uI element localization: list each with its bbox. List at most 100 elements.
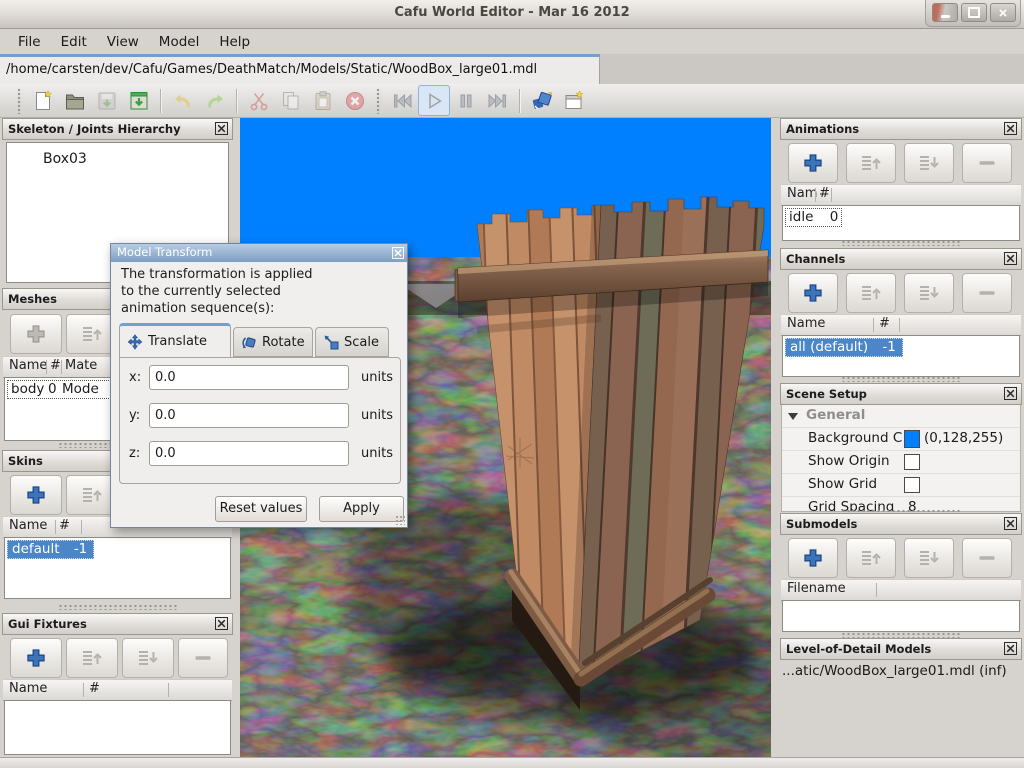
column-name[interactable]: Name (787, 316, 825, 331)
skip-to-start-icon (391, 90, 413, 112)
cut-button[interactable] (243, 85, 275, 116)
menu-edit[interactable]: Edit (51, 32, 97, 52)
animation-down-button[interactable] (904, 143, 954, 183)
animation-row[interactable]: idle 0 (785, 208, 842, 227)
splitter-grip[interactable] (841, 240, 961, 246)
remove-gui-fixture-button[interactable] (178, 638, 228, 678)
color-swatch[interactable] (904, 430, 920, 448)
new-button[interactable] (27, 85, 59, 116)
redo-button[interactable] (199, 85, 231, 116)
channels-list[interactable]: all (default) -1 (782, 335, 1020, 377)
toolbar-grip[interactable] (376, 88, 381, 114)
gui-fixtures-list[interactable] (4, 700, 231, 755)
maximize-button[interactable] (961, 3, 987, 22)
minimize-button[interactable] (932, 3, 958, 22)
channel-down-button[interactable] (904, 273, 954, 313)
menu-file[interactable]: File (8, 32, 51, 52)
x-input[interactable] (149, 365, 349, 390)
add-skin-button[interactable] (10, 475, 62, 515)
column-num[interactable]: # (819, 186, 830, 201)
submodels-columns[interactable]: Filename (781, 579, 1021, 601)
y-input[interactable] (149, 403, 349, 428)
paste-button[interactable] (307, 85, 339, 116)
remove-submodel-button[interactable] (962, 538, 1012, 578)
lod-entry[interactable]: ...atic/WoodBox_large01.mdl (inf) (782, 663, 1007, 679)
column-filename[interactable]: Filename (787, 581, 846, 596)
dialog-resize-grip[interactable] (395, 515, 405, 525)
column-name[interactable]: Name (9, 681, 47, 696)
panel-close-button[interactable] (1004, 642, 1017, 655)
channels-columns[interactable]: Name # (781, 314, 1021, 336)
dialog-titlebar[interactable]: Model Transform (111, 244, 407, 262)
close-button[interactable] (990, 3, 1016, 22)
column-num[interactable]: # (89, 681, 100, 696)
skin-row-selected[interactable]: default -1 (7, 540, 94, 559)
tab-rotate[interactable]: Rotate (233, 327, 313, 357)
add-channel-button[interactable] (788, 273, 838, 313)
column-num[interactable]: # (50, 358, 61, 373)
panel-close-button[interactable] (1004, 517, 1017, 530)
list-down-icon (918, 282, 940, 304)
window-titlebar[interactable]: Cafu World Editor - Mar 16 2012 (0, 0, 1024, 29)
z-input[interactable] (149, 441, 349, 466)
add-animation-button[interactable] (788, 143, 838, 183)
toolbar-grip[interactable] (17, 88, 22, 114)
property-group-general[interactable]: General (782, 405, 1020, 428)
channel-up-button[interactable] (846, 273, 896, 313)
animation-up-button[interactable] (846, 143, 896, 183)
play-button[interactable] (418, 85, 450, 116)
gui-fixture-down-button[interactable] (122, 638, 174, 678)
show-origin-checkbox[interactable] (904, 454, 920, 470)
tab-scale[interactable]: Scale (315, 327, 389, 357)
submodel-down-button[interactable] (904, 538, 954, 578)
tree-item-box03[interactable]: Box03 (7, 143, 228, 167)
animations-list[interactable]: idle 0 (782, 205, 1020, 241)
column-material[interactable]: Mate (65, 358, 97, 373)
splitter-grip[interactable] (841, 376, 961, 382)
add-mesh-button[interactable] (10, 314, 62, 354)
add-submodel-button[interactable] (788, 538, 838, 578)
skins-list[interactable]: default -1 (4, 537, 231, 599)
animations-columns[interactable]: Nam # (781, 184, 1021, 206)
add-gui-fixture-button[interactable] (10, 638, 62, 678)
skip-to-end-button[interactable] (482, 85, 514, 116)
model-transform-button[interactable] (526, 85, 558, 116)
import-model-button[interactable] (123, 85, 155, 116)
collapse-triangle-icon[interactable] (788, 413, 798, 420)
menu-view[interactable]: View (97, 32, 149, 52)
channel-row-selected[interactable]: all (default) -1 (785, 338, 903, 357)
new-window-button[interactable] (558, 85, 590, 116)
panel-close-button[interactable] (1004, 387, 1017, 400)
panel-close-button[interactable] (1004, 252, 1017, 265)
panel-close-button[interactable] (1004, 122, 1017, 135)
document-tab[interactable]: /home/carsten/dev/Cafu/Games/DeathMatch/… (0, 54, 600, 84)
dialog-close-button[interactable] (392, 247, 404, 259)
remove-animation-button[interactable] (962, 143, 1012, 183)
show-grid-checkbox[interactable] (904, 477, 920, 493)
gui-fixture-up-button[interactable] (66, 638, 118, 678)
undo-button[interactable] (167, 85, 199, 116)
open-button[interactable] (59, 85, 91, 116)
save-button[interactable] (91, 85, 123, 116)
gui-fixtures-columns[interactable]: Name # (3, 679, 232, 701)
delete-button[interactable] (339, 85, 371, 116)
column-name[interactable]: Name (9, 358, 47, 373)
column-num[interactable]: # (59, 518, 70, 533)
remove-channel-button[interactable] (962, 273, 1012, 313)
apply-button[interactable]: Apply (319, 496, 404, 522)
panel-close-button[interactable] (215, 617, 228, 630)
submodel-up-button[interactable] (846, 538, 896, 578)
pause-button[interactable] (450, 85, 482, 116)
panel-close-button[interactable] (215, 122, 228, 135)
copy-button[interactable] (275, 85, 307, 116)
column-num[interactable]: # (879, 316, 890, 331)
column-name[interactable]: Nam (787, 186, 817, 201)
menu-model[interactable]: Model (149, 32, 210, 52)
submodels-list[interactable] (782, 600, 1020, 632)
column-name[interactable]: Name (9, 518, 47, 533)
skip-to-start-button[interactable] (386, 85, 418, 116)
reset-values-button[interactable]: Reset values (215, 496, 307, 522)
tab-translate[interactable]: Translate (119, 323, 231, 357)
menu-help[interactable]: Help (209, 32, 260, 52)
splitter-grip[interactable] (58, 604, 178, 610)
